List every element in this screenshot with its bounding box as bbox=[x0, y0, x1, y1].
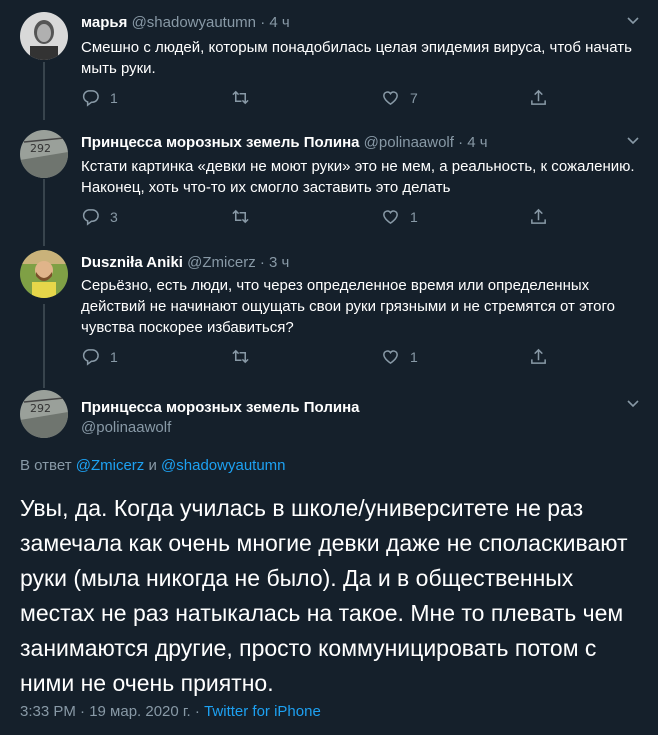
author-name[interactable]: Duszniła Aniki bbox=[81, 254, 183, 271]
tweet-header: Принцесса морозных земель Полина @polina… bbox=[81, 134, 488, 151]
reply-count: 1 bbox=[110, 348, 118, 365]
tweet-text: Серьёзно, есть люди, что через определен… bbox=[81, 277, 615, 336]
tweet-time[interactable]: 3 ч bbox=[269, 254, 289, 271]
tweet-header: Duszniła Aniki @Zmicerz · 3 ч bbox=[81, 254, 289, 271]
reply-icon bbox=[82, 209, 99, 226]
tweet-footer: 3:33 PM · 19 мар. 2020 г. · Twitter for … bbox=[20, 703, 321, 720]
tweet-actions: 1 7 bbox=[81, 88, 561, 110]
chevron-down-icon[interactable] bbox=[626, 14, 640, 28]
like-icon bbox=[383, 210, 398, 225]
tweet-client[interactable]: Twitter for iPhone bbox=[204, 703, 321, 720]
tweet-time[interactable]: 4 ч bbox=[467, 134, 487, 151]
retweet-button[interactable] bbox=[231, 88, 260, 107]
reply-mention-1[interactable]: @Zmicerz bbox=[76, 457, 145, 474]
chevron-down-icon[interactable] bbox=[626, 397, 640, 411]
reply-count: 1 bbox=[110, 89, 118, 106]
avatar[interactable] bbox=[20, 250, 68, 298]
reply-context: В ответ @Zmicerz и @shadowyautumn bbox=[20, 457, 286, 474]
tweet-actions: 3 1 bbox=[81, 207, 561, 229]
tweet-3[interactable]: Duszniła Aniki @Zmicerz · 3 ч Серьёзно, … bbox=[0, 240, 658, 380]
tweet-text: Смешно с людей, которым понадобилась цел… bbox=[81, 39, 632, 77]
retweet-button[interactable] bbox=[231, 207, 260, 226]
retweet-icon bbox=[232, 209, 249, 224]
retweet-button[interactable] bbox=[231, 347, 260, 366]
avatar[interactable] bbox=[20, 12, 68, 60]
author-handle[interactable]: @Zmicerz bbox=[187, 254, 256, 271]
reply-mention-2[interactable]: @shadowyautumn bbox=[161, 457, 285, 474]
tweet-timestamp[interactable]: 3:33 PM · 19 мар. 2020 г. · bbox=[20, 703, 200, 720]
avatar[interactable]: 292 bbox=[20, 390, 68, 438]
like-count: 1 bbox=[410, 348, 418, 365]
like-button[interactable]: 1 bbox=[381, 347, 418, 366]
reply-and: и bbox=[148, 457, 157, 474]
share-icon bbox=[531, 348, 546, 364]
author-name[interactable]: марья bbox=[81, 14, 127, 31]
tweet-text: Кстати картинка «девки не моют руки» это… bbox=[81, 158, 635, 196]
tweet-header: марья @shadowyautumn · 4 ч bbox=[81, 14, 290, 31]
retweet-icon bbox=[232, 90, 249, 105]
tweet-time[interactable]: 4 ч bbox=[269, 14, 289, 31]
share-button[interactable] bbox=[529, 347, 548, 366]
chevron-down-icon[interactable] bbox=[626, 134, 640, 148]
separator-dot: · bbox=[259, 254, 265, 271]
like-button[interactable]: 7 bbox=[381, 88, 418, 107]
share-button[interactable] bbox=[529, 207, 548, 226]
reply-button[interactable]: 3 bbox=[81, 207, 118, 226]
tweet-actions: 1 1 bbox=[81, 347, 561, 369]
author-handle[interactable]: @shadowyautumn bbox=[132, 14, 256, 31]
main-author-name[interactable]: Принцесса морозных земель Полина bbox=[81, 399, 359, 416]
reply-icon bbox=[82, 349, 99, 366]
main-tweet-text: Увы, да. Когда училась в школе/университ… bbox=[20, 495, 628, 696]
main-author-handle[interactable]: @polinaawolf bbox=[81, 419, 171, 436]
reply-button[interactable]: 1 bbox=[81, 347, 118, 366]
share-icon bbox=[531, 89, 546, 105]
share-icon bbox=[531, 208, 546, 224]
like-count: 1 bbox=[410, 208, 418, 225]
retweet-icon bbox=[232, 349, 249, 364]
separator-dot: · bbox=[458, 134, 464, 151]
avatar[interactable]: 292 bbox=[20, 130, 68, 178]
like-button[interactable]: 1 bbox=[381, 207, 418, 226]
like-count: 7 bbox=[410, 89, 418, 106]
author-handle[interactable]: @polinaawolf bbox=[364, 134, 454, 151]
svg-text:292: 292 bbox=[30, 402, 51, 415]
like-icon bbox=[383, 91, 398, 106]
reply-prefix: В ответ bbox=[20, 457, 72, 474]
reply-icon bbox=[82, 90, 99, 107]
share-button[interactable] bbox=[529, 88, 548, 107]
reply-count: 3 bbox=[110, 208, 118, 225]
author-name[interactable]: Принцесса морозных земель Полина bbox=[81, 134, 359, 151]
like-icon bbox=[383, 350, 398, 365]
tweet-2[interactable]: 292 Принцесса морозных земель Полина @po… bbox=[0, 120, 658, 245]
reply-button[interactable]: 1 bbox=[81, 88, 118, 107]
separator-dot: · bbox=[260, 14, 266, 31]
tweet-1[interactable]: марья @shadowyautumn · 4 ч Смешно с люде… bbox=[0, 0, 658, 115]
svg-text:292: 292 bbox=[30, 142, 51, 155]
